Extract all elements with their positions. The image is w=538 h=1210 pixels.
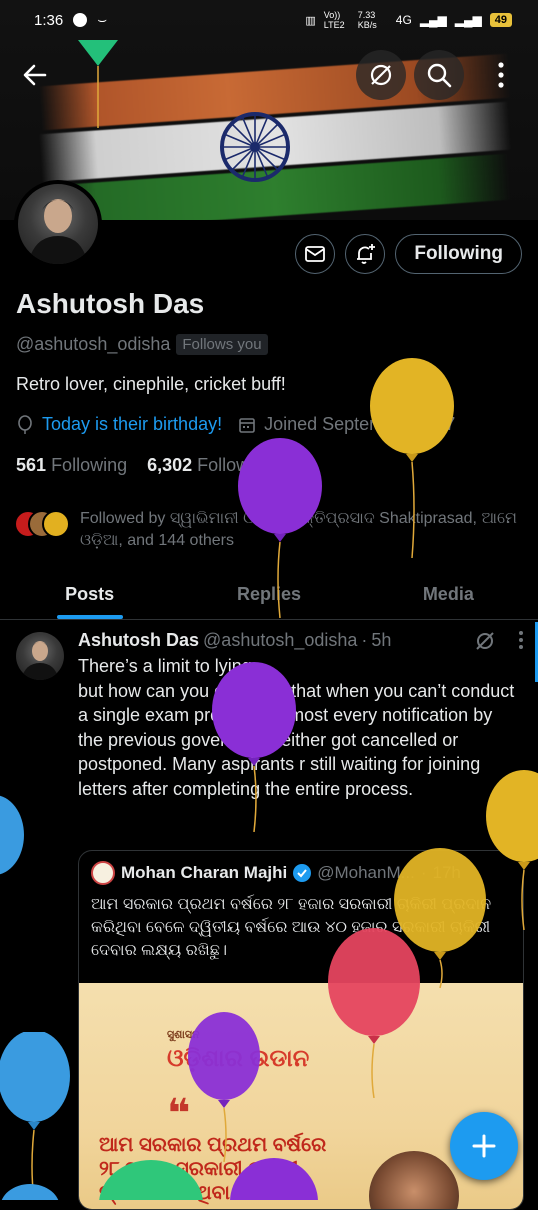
mail-icon bbox=[305, 246, 326, 262]
bell-plus-icon bbox=[357, 244, 376, 264]
balloon-icon bbox=[1, 1184, 59, 1200]
back-button[interactable] bbox=[10, 50, 60, 100]
tilde-icon: ⌣ bbox=[97, 11, 108, 29]
back-arrow-icon bbox=[23, 64, 47, 86]
signal-icon-2: ▂▄▆ bbox=[454, 13, 482, 27]
more-dots-icon[interactable] bbox=[518, 630, 524, 650]
avatar-photo bbox=[21, 641, 59, 680]
balloon-icon bbox=[212, 662, 296, 832]
quote-author: Mohan Charan Majhi bbox=[121, 863, 288, 882]
search-button[interactable] bbox=[414, 50, 464, 100]
balloon-icon bbox=[188, 1012, 260, 1162]
following-stat[interactable]: 561 Following bbox=[16, 455, 127, 476]
balloon-icon bbox=[328, 928, 420, 1098]
animation-toggle-button[interactable] bbox=[356, 50, 406, 100]
profile-actions: Following bbox=[295, 234, 522, 274]
avatar-photo bbox=[28, 199, 88, 264]
no-animation-icon bbox=[370, 64, 392, 86]
net-speed: 7.33 KB/s bbox=[357, 10, 377, 30]
balloon-icon bbox=[0, 795, 24, 875]
profile-handle: @ashutosh_odisha bbox=[16, 334, 171, 354]
balloon-icon bbox=[18, 414, 32, 434]
signal-icon: ▂▄▆ bbox=[419, 13, 447, 27]
facebook-icon bbox=[73, 13, 88, 27]
quote-avatar bbox=[91, 861, 115, 885]
balloon-icon bbox=[238, 438, 322, 618]
birthday-text: Today is their birthday! bbox=[42, 414, 223, 434]
status-bar: 1:36 ⌣ ▥ Vo)) LTE2 7.33 KB/s 4G ▂▄▆ ▂▄▆ … bbox=[0, 0, 538, 40]
net-label: Vo)) LTE2 bbox=[323, 10, 345, 30]
post-header: Ashutosh Das @ashutosh_odisha · 5h bbox=[78, 630, 391, 651]
balloon-icon bbox=[370, 358, 454, 558]
balloon-icon bbox=[230, 1158, 318, 1200]
more-options-button[interactable] bbox=[476, 50, 526, 100]
following-label: Following bbox=[51, 455, 128, 475]
verified-icon bbox=[293, 864, 312, 882]
top-nav bbox=[0, 46, 538, 102]
status-time: 1:36 bbox=[34, 11, 64, 29]
calendar-icon bbox=[239, 417, 255, 433]
post-time: 5h bbox=[371, 630, 392, 650]
follows-you-badge: Follows you bbox=[176, 334, 268, 355]
post-author[interactable]: Ashutosh Das bbox=[78, 630, 199, 651]
ashoka-chakra-icon bbox=[220, 112, 290, 182]
more-vertical-icon bbox=[498, 62, 504, 88]
search-icon bbox=[427, 63, 452, 88]
tab-media[interactable]: Media bbox=[359, 570, 538, 619]
grok-icon[interactable] bbox=[474, 630, 496, 652]
followed-by-avatars bbox=[14, 508, 70, 540]
avatar bbox=[42, 510, 70, 538]
portrait-photo bbox=[369, 1151, 459, 1209]
following-count: 561 bbox=[16, 455, 47, 475]
post-icons bbox=[474, 630, 524, 652]
balloon-icon bbox=[486, 770, 538, 930]
profile-avatar[interactable] bbox=[14, 180, 102, 268]
balloon-icon bbox=[99, 1160, 203, 1200]
profile-bio: Retro lover, cinephile, cricket buff! bbox=[16, 374, 286, 394]
plus-icon bbox=[472, 1134, 496, 1158]
handle-row: @ashutosh_odisha Follows you bbox=[16, 334, 268, 355]
network-type: 4G bbox=[395, 13, 412, 27]
post-handle[interactable]: @ashutosh_odisha bbox=[203, 630, 357, 651]
followers-count: 6,302 bbox=[147, 455, 193, 475]
profile-name: Ashutosh Das bbox=[16, 288, 205, 319]
post-dot: · bbox=[361, 630, 368, 650]
tab-posts[interactable]: Posts bbox=[0, 570, 179, 619]
battery-icon: 49 bbox=[489, 13, 512, 27]
following-button[interactable]: Following bbox=[395, 234, 522, 274]
notifications-button[interactable] bbox=[345, 234, 386, 274]
message-button[interactable] bbox=[295, 234, 336, 274]
vibrate-icon: ▥ bbox=[305, 14, 316, 27]
balloon-icon bbox=[0, 1032, 70, 1200]
post-avatar[interactable] bbox=[16, 632, 64, 680]
compose-button[interactable] bbox=[450, 1112, 518, 1180]
